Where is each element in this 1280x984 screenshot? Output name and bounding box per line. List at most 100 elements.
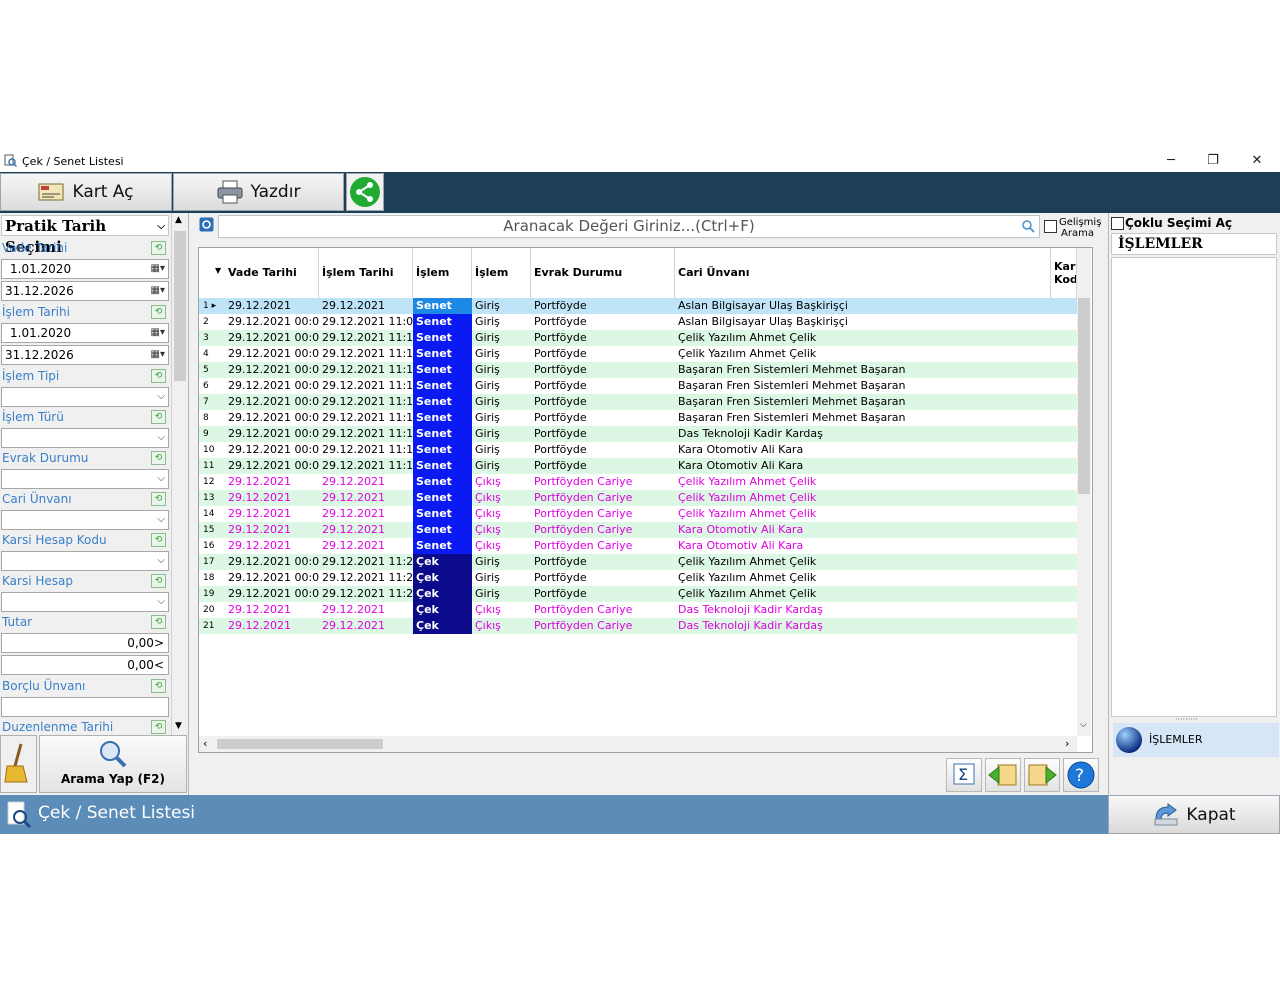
- cell-tip: Senet: [413, 522, 472, 538]
- table-row[interactable]: 7 29.12.2021 00:00 29.12.2021 11:11 Senet Gi…: [199, 394, 1077, 410]
- sum-button[interactable]: Σ: [946, 758, 982, 792]
- grid-horizontal-scrollbar[interactable]: ‹ ›: [199, 736, 1077, 752]
- yazdir-button[interactable]: Yazdır: [173, 173, 344, 211]
- evrak-clear-icon[interactable]: ⟲: [151, 451, 166, 465]
- cell-cari: Başaran Fren Sistemleri Mehmet Başaran: [678, 395, 906, 408]
- table-row[interactable]: 18 29.12.2021 00:00 29.12.2021 11:27 Çek Gir…: [199, 570, 1077, 586]
- col-karsi-kodu[interactable]: Karsı Kodu: [1051, 248, 1077, 298]
- chevron-down-icon: ⌵: [157, 432, 165, 443]
- scroll-thumb[interactable]: [174, 231, 186, 381]
- kart-ac-button[interactable]: Kart Aç: [0, 173, 172, 211]
- karsi-hesap-clear-icon[interactable]: ⟲: [151, 574, 166, 588]
- coklu-secim-checkbox[interactable]: [1111, 217, 1124, 230]
- calendar-icon[interactable]: ▦▾: [151, 282, 165, 300]
- search-input[interactable]: Aranacak Değeri Giriniz...(Ctrl+F): [218, 215, 1040, 238]
- table-row[interactable]: 2 29.12.2021 00:00 29.12.2021 11:05 Senet Gi…: [199, 314, 1077, 330]
- islem-to-input[interactable]: 31.12.2026 ▦▾: [1, 345, 169, 365]
- minimize-button[interactable]: ─: [1150, 150, 1192, 172]
- chevron-down-icon: ⌵: [157, 473, 165, 484]
- advanced-search-checkbox[interactable]: [1044, 220, 1057, 233]
- tutar-clear-icon[interactable]: ⟲: [151, 615, 166, 629]
- next-page-button[interactable]: [1024, 758, 1060, 792]
- table-row[interactable]: 17 29.12.2021 00:00 29.12.2021 11:27 Çek Gir…: [199, 554, 1077, 570]
- table-row[interactable]: 20 29.12.2021 29.12.2021 Çek Çıkış Portföyden…: [199, 602, 1077, 618]
- scroll-down-icon[interactable]: ▼: [175, 721, 182, 731]
- col-evrak-durumu[interactable]: Evrak Durumu: [531, 248, 675, 298]
- karsi-hesap-select[interactable]: ⌵: [1, 592, 169, 612]
- karsi-kodu-clear-icon[interactable]: ⟲: [151, 533, 166, 547]
- duzenlenme-clear-icon[interactable]: ⟲: [151, 720, 166, 734]
- grid-vertical-scrollbar[interactable]: ⌵: [1077, 248, 1091, 736]
- table-row[interactable]: 9 29.12.2021 00:00 29.12.2021 11:12 Senet Gi…: [199, 426, 1077, 442]
- table-row[interactable]: 19 29.12.2021 00:00 29.12.2021 11:27 Çek Gir…: [199, 586, 1077, 602]
- table-row[interactable]: 10 29.12.2021 00:00 29.12.2021 11:13 Senet G…: [199, 442, 1077, 458]
- cell-vade: 29.12.2021: [228, 299, 291, 312]
- col-vade-tarihi[interactable]: Vade Tarihi: [225, 248, 319, 298]
- islem-clear-icon[interactable]: ⟲: [151, 305, 166, 319]
- scroll-down-icon[interactable]: ⌵: [1080, 720, 1087, 730]
- calendar-icon[interactable]: ▦▾: [151, 260, 165, 278]
- evrak-durumu-select[interactable]: ⌵: [1, 469, 169, 489]
- row-number: 17: [203, 557, 215, 567]
- col-islem-turu[interactable]: İşlem Türü: [472, 248, 531, 329]
- maximize-button[interactable]: ❐: [1192, 150, 1234, 172]
- table-row[interactable]: 8 29.12.2021 00:00 29.12.2021 11:11 Senet Gi…: [199, 410, 1077, 426]
- table-row[interactable]: 15 29.12.2021 29.12.2021 Senet Çıkış Portföyd…: [199, 522, 1077, 538]
- help-button[interactable]: ?: [1063, 758, 1099, 792]
- table-row[interactable]: 1 ▸ 29.12.2021 29.12.2021 Senet Giriş Portföy…: [199, 298, 1077, 314]
- borclu-unvani-input[interactable]: [1, 697, 169, 717]
- islem-tipi-clear-icon[interactable]: ⟲: [151, 369, 166, 383]
- calendar-icon[interactable]: ▦▾: [151, 346, 165, 364]
- grid-settings-icon[interactable]: [199, 217, 214, 232]
- scroll-left-icon[interactable]: ‹: [203, 737, 207, 750]
- col-islem-tipi[interactable]: İşlem Tipi: [413, 248, 472, 329]
- col-cari-unvani[interactable]: Cari Ünvanı: [675, 248, 1051, 298]
- pratik-tarih-dropdown[interactable]: Pratik Tarih Seçimi ⌵: [1, 215, 169, 256]
- calendar-icon[interactable]: ▦▾: [151, 324, 165, 342]
- grid-hscroll-thumb[interactable]: [217, 739, 383, 749]
- kapat-button[interactable]: Kapat: [1108, 795, 1280, 834]
- cari-clear-icon[interactable]: ⟲: [151, 492, 166, 506]
- vade-to-input[interactable]: 31.12.2026 ▦▾: [1, 281, 169, 301]
- share-button[interactable]: [346, 173, 384, 211]
- table-row[interactable]: 4 29.12.2021 00:00 29.12.2021 11:11 Senet Gi…: [199, 346, 1077, 362]
- islem-tipi-select[interactable]: ⌵: [1, 387, 169, 407]
- islem-from-input[interactable]: 1.01.2020 ▦▾: [1, 323, 169, 343]
- borclu-clear-icon[interactable]: ⟲: [151, 679, 166, 693]
- arama-yap-button[interactable]: Arama Yap (F2): [39, 735, 187, 793]
- table-row[interactable]: 3 29.12.2021 00:00 29.12.2021 11:11 Senet Gi…: [199, 330, 1077, 346]
- chevron-down-icon: ⌵: [157, 391, 165, 402]
- cari-unvani-select[interactable]: ⌵: [1, 510, 169, 530]
- arrow-right-book-icon: [1028, 764, 1057, 786]
- table-row[interactable]: 14 29.12.2021 29.12.2021 Senet Çıkış Portföyd…: [199, 506, 1077, 522]
- islem-turu-clear-icon[interactable]: ⟲: [151, 410, 166, 424]
- grid-vscroll-thumb[interactable]: [1078, 298, 1090, 494]
- table-row[interactable]: 16 29.12.2021 29.12.2021 Senet Çıkış Portföyd…: [199, 538, 1077, 554]
- table-row[interactable]: 13 29.12.2021 29.12.2021 Senet Çıkış Portföyd…: [199, 490, 1077, 506]
- cari-unvani-label: Cari Ünvanı: [2, 492, 72, 506]
- islemler-item[interactable]: İŞLEMLER: [1113, 723, 1279, 757]
- tutar-min-input[interactable]: 0,00>: [1, 633, 169, 653]
- search-icon[interactable]: [1021, 219, 1035, 233]
- table-row[interactable]: 21 29.12.2021 29.12.2021 Çek Çıkış Portföyden…: [199, 618, 1077, 634]
- chevron-down-icon: ⌵: [157, 514, 165, 525]
- filter-scrollbar[interactable]: ▲ ▼: [171, 213, 188, 735]
- vade-from-input[interactable]: 1.01.2020 ▦▾: [1, 259, 169, 279]
- table-row[interactable]: 12 29.12.2021 29.12.2021 Senet Çıkış Portföyd…: [199, 474, 1077, 490]
- table-row[interactable]: 11 29.12.2021 00:00 29.12.2021 11:13 Senet G…: [199, 458, 1077, 474]
- toolbar: Kart Aç Yazdır: [0, 172, 1280, 213]
- islem-to-value: 31.12.2026: [5, 348, 74, 362]
- scroll-up-icon[interactable]: ▲: [175, 215, 182, 225]
- col-islem-tarihi[interactable]: İşlem Tarihi: [319, 248, 413, 298]
- table-row[interactable]: 5 29.12.2021 00:00 29.12.2021 11:11 Senet Gi…: [199, 362, 1077, 378]
- cell-islem: 29.12.2021: [322, 507, 385, 520]
- scroll-right-icon[interactable]: ›: [1065, 737, 1069, 750]
- islem-turu-select[interactable]: ⌵: [1, 428, 169, 448]
- previous-page-button[interactable]: [985, 758, 1021, 792]
- close-window-button[interactable]: ✕: [1236, 150, 1278, 172]
- tutar-max-input[interactable]: 0,00<: [1, 655, 169, 675]
- table-row[interactable]: 6 29.12.2021 00:00 29.12.2021 11:11 Senet Gi…: [199, 378, 1077, 394]
- karsi-hesap-kodu-select[interactable]: ⌵: [1, 551, 169, 571]
- clear-filters-button[interactable]: [0, 735, 37, 793]
- vade-clear-icon[interactable]: ⟲: [151, 241, 166, 255]
